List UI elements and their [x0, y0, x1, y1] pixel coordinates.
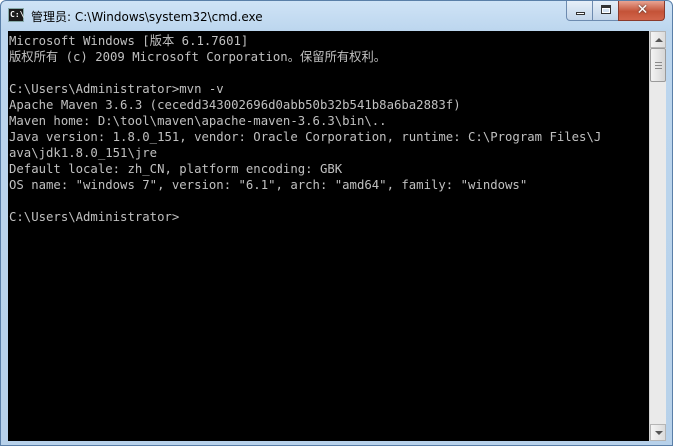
maximize-icon: [601, 5, 611, 14]
close-button[interactable]: ✕: [618, 1, 665, 21]
scroll-up-button[interactable]: [650, 31, 666, 48]
console-line: C:\Users\Administrator>mvn -v: [9, 82, 224, 96]
scrollbar-thumb[interactable]: [650, 48, 666, 82]
cmd-window: C:\ 管理员: C:\Windows\system32\cmd.exe ✕ M…: [0, 0, 673, 446]
console-line: ava\jdk1.8.0_151\jre: [9, 146, 158, 160]
scroll-down-arrow-icon: [655, 431, 663, 435]
cmd-app-icon[interactable]: C:\: [8, 8, 24, 22]
console-output[interactable]: Microsoft Windows [版本 6.1.7601] 版权所有 (c)…: [8, 31, 649, 441]
grip-line: [655, 68, 662, 69]
vertical-scrollbar[interactable]: [649, 31, 666, 441]
maximize-button[interactable]: [592, 1, 619, 21]
console-line: Microsoft Windows [版本 6.1.7601]: [9, 34, 249, 48]
close-icon: ✕: [636, 2, 649, 18]
console-line: OS name: "windows 7", version: "6.1", ar…: [9, 178, 528, 192]
minimize-icon: [576, 12, 585, 15]
console-line: 版权所有 (c) 2009 Microsoft Corporation。保留所有…: [9, 50, 387, 64]
grip-line: [655, 62, 662, 63]
console-line: Java version: 1.8.0_151, vendor: Oracle …: [9, 130, 602, 144]
scroll-down-button[interactable]: [650, 424, 666, 441]
console-line: Maven home: D:\tool\maven\apache-maven-3…: [9, 114, 387, 128]
console-line: Default locale: zh_CN, platform encoding…: [9, 162, 343, 176]
console-line: Apache Maven 3.6.3 (cecedd343002696d0abb…: [9, 98, 461, 112]
minimize-button[interactable]: [566, 1, 593, 21]
window-title: 管理员: C:\Windows\system32\cmd.exe: [31, 10, 263, 24]
title-bar[interactable]: C:\ 管理员: C:\Windows\system32\cmd.exe ✕: [1, 1, 672, 31]
console-prompt[interactable]: C:\Users\Administrator>: [9, 209, 179, 225]
scroll-up-arrow-icon: [655, 38, 663, 42]
grip-line: [655, 65, 662, 66]
